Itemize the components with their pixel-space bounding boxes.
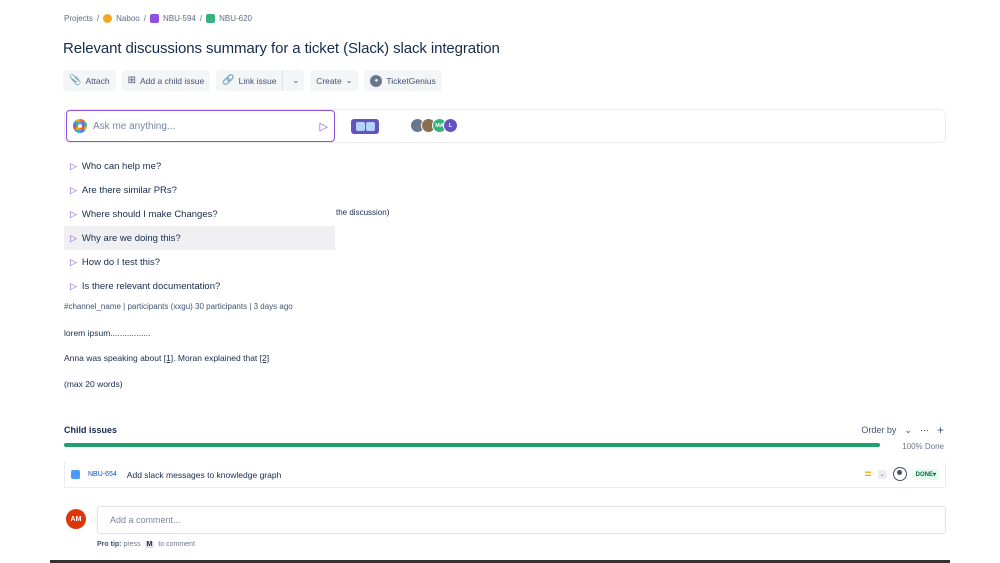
- play-icon: ▷: [70, 160, 77, 171]
- suggestion-item[interactable]: ▷ Where should I make Changes?: [64, 202, 335, 226]
- issue-key-link[interactable]: NBU-654: [88, 471, 117, 478]
- suggestion-label: Why are we doing this?: [81, 232, 181, 244]
- issue-summary[interactable]: Add slack messages to knowledge graph: [127, 470, 282, 480]
- comment-input[interactable]: Add a comment...: [97, 506, 946, 534]
- ticketgenius-logo-icon: ●: [370, 74, 383, 87]
- breadcrumb-separator: /: [96, 14, 100, 23]
- unassigned-avatar-icon[interactable]: [892, 467, 907, 481]
- summary-text: . Moran explained that: [173, 353, 260, 363]
- suggestion-item[interactable]: ▷ Why are we doing this?: [64, 226, 335, 250]
- project-icon: [103, 14, 113, 23]
- add-child-issue-button[interactable]: ⊞ Add a child issue: [121, 70, 211, 91]
- summary-line: (max 20 words): [64, 379, 123, 389]
- chevron-down-icon: ⌄: [345, 76, 353, 85]
- protip-press: press: [123, 541, 141, 548]
- summary-line: Anna was speaking about [1]. Moran expla…: [64, 353, 269, 363]
- reference-link[interactable]: [1]: [164, 353, 173, 363]
- participant-avatars[interactable]: MA L: [410, 118, 458, 133]
- ticketgenius-label: TicketGenius: [386, 75, 436, 86]
- protip-rest: to comment: [158, 541, 195, 548]
- protip-label: Pro tip:: [97, 541, 122, 548]
- suggestion-label: Where should I make Changes?: [81, 208, 218, 220]
- ai-search-input[interactable]: Ask me anything... ▷: [66, 110, 335, 142]
- ai-app-icon[interactable]: [351, 119, 379, 134]
- attach-button[interactable]: 📎 Attach: [63, 70, 116, 91]
- suggestion-item[interactable]: ▷ Who can help me?: [64, 154, 335, 178]
- ai-app-icon-square: [365, 122, 375, 131]
- suggestion-item[interactable]: ▷ Are there similar PRs?: [64, 178, 335, 202]
- create-button[interactable]: Create ⌄: [310, 70, 359, 91]
- attach-label: Attach: [85, 75, 110, 86]
- chevron-down-icon[interactable]: ⌄: [287, 76, 304, 85]
- status-badge[interactable]: DONE▾: [912, 468, 939, 480]
- avatar[interactable]: L: [443, 118, 458, 133]
- link-icon: 🔗: [222, 75, 235, 86]
- play-icon: ▷: [70, 208, 77, 219]
- suggestion-label: Is there relevant documentation?: [81, 280, 221, 292]
- table-row[interactable]: NBU-654 Add slack messages to knowledge …: [64, 462, 946, 488]
- child-issue-icon: ⊞: [127, 75, 136, 86]
- more-icon[interactable]: ⋯: [920, 425, 929, 436]
- order-by-button[interactable]: Order by: [861, 425, 896, 435]
- child-issues-heading: Child issues: [64, 425, 118, 435]
- breadcrumb: Projects / Naboo / NBU-594 / NBU-620: [64, 14, 252, 23]
- protip-key: M: [144, 541, 155, 548]
- link-issue-split-button: 🔗 Link issue ⌄: [216, 70, 305, 91]
- reference-link[interactable]: [2]: [260, 353, 269, 363]
- suggestion-label: How do I test this?: [81, 256, 161, 268]
- add-child-label: Add a child issue: [139, 75, 205, 86]
- play-icon: ▷: [70, 232, 77, 243]
- ai-input-placeholder: Ask me anything...: [93, 120, 176, 132]
- suggestion-item[interactable]: ▷ How do I test this?: [64, 250, 335, 274]
- progress-fill: [64, 443, 880, 447]
- paperclip-icon: 📎: [69, 75, 82, 86]
- link-issue-button[interactable]: 🔗 Link issue: [216, 70, 284, 91]
- suggestion-label: Who can help me?: [81, 160, 162, 172]
- breadcrumb-parent-issue[interactable]: NBU-594: [163, 14, 196, 23]
- avatar[interactable]: AM: [66, 509, 86, 529]
- description-text-fragment: the discussion): [336, 208, 390, 217]
- play-icon: ▷: [70, 280, 77, 291]
- breadcrumb-separator: /: [143, 14, 146, 23]
- breadcrumb-projects[interactable]: Projects: [64, 14, 93, 23]
- suggestion-label: Are there similar PRs?: [81, 184, 177, 196]
- priority-medium-icon[interactable]: =: [865, 468, 872, 480]
- summary-line: lorem ipsum.................: [64, 328, 151, 338]
- chevron-down-icon[interactable]: ⌄: [877, 469, 887, 479]
- breadcrumb-separator: /: [199, 14, 203, 23]
- story-icon: [206, 14, 216, 23]
- issue-view: Projects / Naboo / NBU-594 / NBU-620 Rel…: [50, 0, 950, 563]
- create-label: Create: [316, 75, 342, 86]
- send-icon[interactable]: ▷: [320, 120, 328, 133]
- ticketgenius-button[interactable]: ● TicketGenius: [364, 70, 442, 91]
- child-issues-progress-bar: [64, 443, 880, 447]
- ai-suggestions-dropdown: ▷ Who can help me? ▷ Are there similar PRs…: [64, 154, 335, 298]
- ai-logo-icon: [73, 119, 87, 133]
- breadcrumb-project[interactable]: Naboo: [116, 14, 140, 23]
- link-issue-label: Link issue: [238, 75, 277, 86]
- chevron-down-icon[interactable]: ⌄: [904, 425, 912, 436]
- page-title[interactable]: Relevant discussions summary for a ticke…: [63, 40, 500, 57]
- play-icon: ▷: [70, 256, 77, 267]
- add-icon[interactable]: +: [937, 423, 944, 437]
- ai-assistant-bar: Ask me anything... ▷ MA L: [64, 109, 946, 143]
- subtask-icon: [71, 470, 80, 479]
- child-issues-actions: Order by ⌄ ⋯ +: [861, 423, 944, 437]
- progress-label: 100% Done: [902, 442, 944, 451]
- ai-app-icon-square: [355, 122, 365, 131]
- play-icon: ▷: [70, 184, 77, 195]
- pro-tip: Pro tip: press M to comment: [97, 541, 195, 548]
- issue-toolbar: 📎 Attach ⊞ Add a child issue 🔗 Link issu…: [63, 70, 442, 91]
- breadcrumb-current-issue[interactable]: NBU-620: [219, 14, 252, 23]
- status-label: DONE: [915, 471, 933, 478]
- discussion-meta-line: #channel_name | participants (xxgu) 30 p…: [64, 302, 293, 311]
- suggestion-item[interactable]: ▷ Is there relevant documentation?: [64, 274, 335, 298]
- summary-text: Anna was speaking about: [64, 353, 164, 363]
- epic-icon: [149, 14, 159, 23]
- issue-row-meta: = ⌄ DONE▾: [865, 467, 939, 481]
